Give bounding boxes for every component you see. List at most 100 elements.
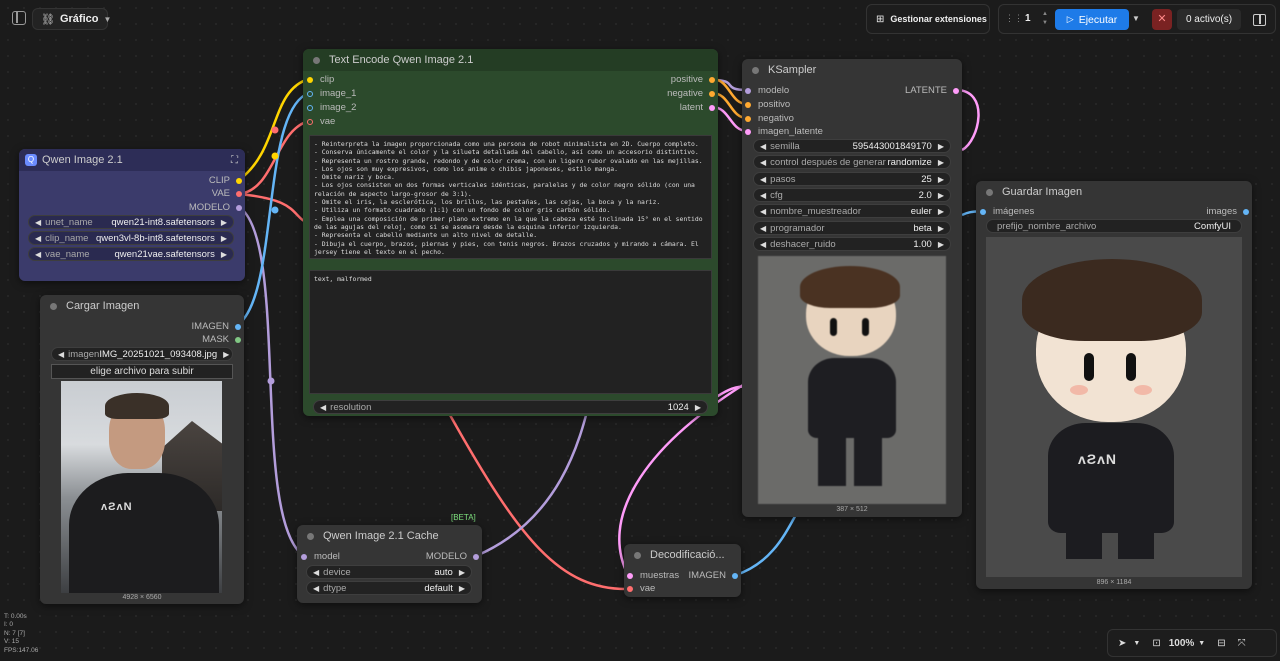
input-photo-preview: ʌƧʌN bbox=[61, 381, 222, 593]
output-latent[interactable]: latent bbox=[635, 101, 715, 114]
manage-extensions-button[interactable]: ⊞ Gestionar extensiones bbox=[866, 4, 990, 34]
output-negative[interactable]: negative bbox=[635, 87, 715, 100]
active-queue-label: 0 activo(s) bbox=[1185, 14, 1233, 25]
input-clip[interactable]: clip bbox=[307, 73, 334, 86]
output-positive[interactable]: positive bbox=[635, 73, 715, 86]
cancel-button[interactable]: ✕ bbox=[1152, 9, 1172, 30]
node-title: Qwen Image 2.1 Cache bbox=[323, 530, 439, 542]
output-mask[interactable]: MASK bbox=[161, 333, 241, 346]
save-image-node[interactable]: Guardar Imagen imágenes images prefijo_n… bbox=[976, 181, 1252, 589]
link-visibility-icon[interactable]: ⤧ bbox=[1238, 638, 1246, 649]
input-vae[interactable]: vae bbox=[627, 582, 655, 595]
output-images[interactable]: images bbox=[1169, 205, 1249, 218]
text-encode-node[interactable]: Text Encode Qwen Image 2.1 clip image_1 … bbox=[303, 49, 718, 416]
clip-name-select[interactable]: ◀ clip_name qwen3vl-8b-int8.safetensors ▶ bbox=[28, 231, 234, 245]
beta-badge: [BETA] bbox=[451, 513, 476, 522]
cfg-number[interactable]: ◀ cfg 2.0 ▶ bbox=[753, 188, 951, 202]
scheduler-select[interactable]: ◀ programador beta ▶ bbox=[753, 221, 951, 235]
perf-stats: T: 0.00s I: 0 N: 7 [7] V: 15 FPS:147.06 bbox=[4, 613, 39, 654]
input-vae[interactable]: vae bbox=[307, 115, 335, 128]
wire-image bbox=[235, 91, 310, 328]
output-clip[interactable]: CLIP bbox=[162, 174, 242, 187]
control-after-generate-select[interactable]: ◀ control después de generar randomize ▶ bbox=[753, 155, 951, 169]
input-model[interactable]: modelo bbox=[745, 84, 789, 97]
node-title: Text Encode Qwen Image 2.1 bbox=[329, 54, 474, 66]
graph-tab-label: Gráfico bbox=[59, 13, 99, 25]
vae-decode-node[interactable]: Decodificació... muestras vae IMAGEN bbox=[624, 544, 741, 597]
qwen-cache-node[interactable]: Qwen Image 2.1 Cache model MODELO ◀ devic… bbox=[297, 525, 482, 603]
input-image-1[interactable]: image_1 bbox=[307, 87, 356, 100]
latent-dimensions: 387 × 512 bbox=[836, 506, 868, 513]
node-title: Cargar Imagen bbox=[66, 300, 140, 312]
output-model[interactable]: MODELO bbox=[399, 550, 479, 563]
wire-vae-encode bbox=[238, 119, 310, 196]
output-model[interactable]: MODELO bbox=[162, 201, 242, 214]
graph-icon: ⛓ bbox=[41, 13, 55, 26]
output-latent[interactable]: LATENTE bbox=[879, 84, 959, 97]
fit-view-icon[interactable]: ⊡ bbox=[1152, 638, 1160, 649]
puzzle-icon: ⊞ bbox=[876, 13, 885, 25]
chevron-down-icon: ▼ bbox=[103, 14, 112, 24]
play-icon: ▷ bbox=[1066, 14, 1074, 24]
ksampler-node[interactable]: KSampler modelo positivo negativo imagen… bbox=[742, 59, 962, 517]
zoom-chevron-icon[interactable]: ▼ bbox=[1198, 640, 1205, 647]
sidebar-toggle-icon[interactable] bbox=[12, 11, 26, 25]
output-vae[interactable]: VAE bbox=[162, 187, 242, 200]
zoom-level[interactable]: 100% bbox=[1169, 638, 1195, 649]
run-toolbar: ⋮⋮ 1 ▲ ▼ ▷ Ejecutar ▼ ✕ 0 activo(s) bbox=[998, 4, 1276, 34]
run-button[interactable]: ▷ Ejecutar bbox=[1055, 9, 1129, 30]
node-title: Guardar Imagen bbox=[1002, 186, 1083, 198]
expand-icon[interactable]: ⛶ bbox=[231, 155, 238, 166]
node-title: Decodificació... bbox=[650, 549, 725, 561]
run-options-chevron-icon[interactable]: ▼ bbox=[1132, 14, 1140, 23]
unet-name-select[interactable]: ◀ unet_name qwen21-int8.safetensors ▶ bbox=[28, 215, 234, 229]
negative-prompt-textarea[interactable]: text, malformed bbox=[309, 270, 712, 394]
input-negative[interactable]: negativo bbox=[745, 112, 794, 125]
output-image[interactable]: IMAGEN bbox=[678, 569, 738, 582]
wire-cache-ksampler bbox=[475, 399, 592, 558]
vae-name-select[interactable]: ◀ vae_name qwen21vae.safetensors ▶ bbox=[28, 247, 234, 261]
qwen-logo-icon: Q bbox=[25, 154, 37, 166]
canvas-controls: ➤ ▼ ⊡ 100% ▼ ⊟ ⤧ bbox=[1107, 629, 1277, 657]
manage-extensions-label: Gestionar extensiones bbox=[890, 14, 987, 24]
sampler-name-select[interactable]: ◀ nombre_muestreador euler ▶ bbox=[753, 204, 951, 218]
select-tool-icon[interactable]: ➤ bbox=[1118, 638, 1126, 649]
denoise-number[interactable]: ◀ deshacer_ruido 1.00 ▶ bbox=[753, 237, 951, 251]
active-queue-button[interactable]: 0 activo(s) bbox=[1177, 9, 1241, 30]
qwen-image-loader-node[interactable]: Q Qwen Image 2.1 ⛶ CLIP VAE MODELO ◀ unet… bbox=[19, 149, 245, 281]
steps-number[interactable]: ◀ pasos 25 ▶ bbox=[753, 172, 951, 186]
queue-count-input[interactable]: 1 bbox=[1025, 13, 1031, 24]
node-title: KSampler bbox=[768, 64, 817, 76]
filename-prefix-input[interactable]: prefijo_nombre_archivo ComfyUI bbox=[986, 219, 1242, 233]
input-images[interactable]: imágenes bbox=[980, 205, 1034, 218]
input-samples[interactable]: muestras bbox=[627, 569, 679, 582]
input-positive[interactable]: positivo bbox=[745, 98, 790, 111]
input-latent-image[interactable]: imagen_latente bbox=[745, 125, 823, 138]
node-title: Qwen Image 2.1 bbox=[42, 154, 123, 166]
output-dimensions: 896 × 1184 bbox=[1096, 579, 1132, 586]
dtype-select[interactable]: ◀ dtype default ▶ bbox=[306, 581, 472, 595]
input-model[interactable]: model bbox=[301, 550, 340, 563]
image-select[interactable]: ◀ imagen IMG_20251021_093408.jpg ▶ bbox=[51, 347, 233, 361]
panel-toggle-icon[interactable] bbox=[1253, 14, 1266, 26]
output-image[interactable]: IMAGEN bbox=[161, 320, 241, 333]
latent-preview-image bbox=[758, 256, 946, 504]
output-image-preview: ʌƧʌN bbox=[986, 237, 1242, 577]
resolution-number[interactable]: ◀ resolution 1024 ▶ bbox=[313, 400, 708, 414]
seed-number[interactable]: ◀ semilla 595443001849170 ▶ bbox=[753, 139, 951, 153]
device-select[interactable]: ◀ device auto ▶ bbox=[306, 565, 472, 579]
upload-button[interactable]: elige archivo para subir bbox=[51, 364, 233, 379]
queue-stepper-icon[interactable]: ▲ ▼ bbox=[1042, 10, 1048, 28]
minimap-icon[interactable]: ⊟ bbox=[1217, 638, 1225, 649]
tool-chevron-icon[interactable]: ▼ bbox=[1133, 640, 1140, 647]
positive-prompt-textarea[interactable]: - Reinterpreta la imagen proporcionada c… bbox=[309, 135, 712, 259]
image-dimensions: 4928 × 6560 bbox=[122, 594, 162, 601]
run-label: Ejecutar bbox=[1078, 13, 1118, 26]
load-image-node[interactable]: Cargar Imagen IMAGEN MASK ◀ imagen IMG_202… bbox=[40, 295, 244, 604]
graph-tab-button[interactable]: ⛓ Gráfico ▼ bbox=[32, 8, 112, 30]
wire-clip bbox=[238, 77, 310, 182]
wire-model-cache bbox=[238, 205, 305, 558]
input-image-2[interactable]: image_2 bbox=[307, 101, 356, 114]
drag-handle-icon[interactable]: ⋮⋮ bbox=[1005, 13, 1023, 24]
wire-vae-decode bbox=[238, 192, 310, 226]
